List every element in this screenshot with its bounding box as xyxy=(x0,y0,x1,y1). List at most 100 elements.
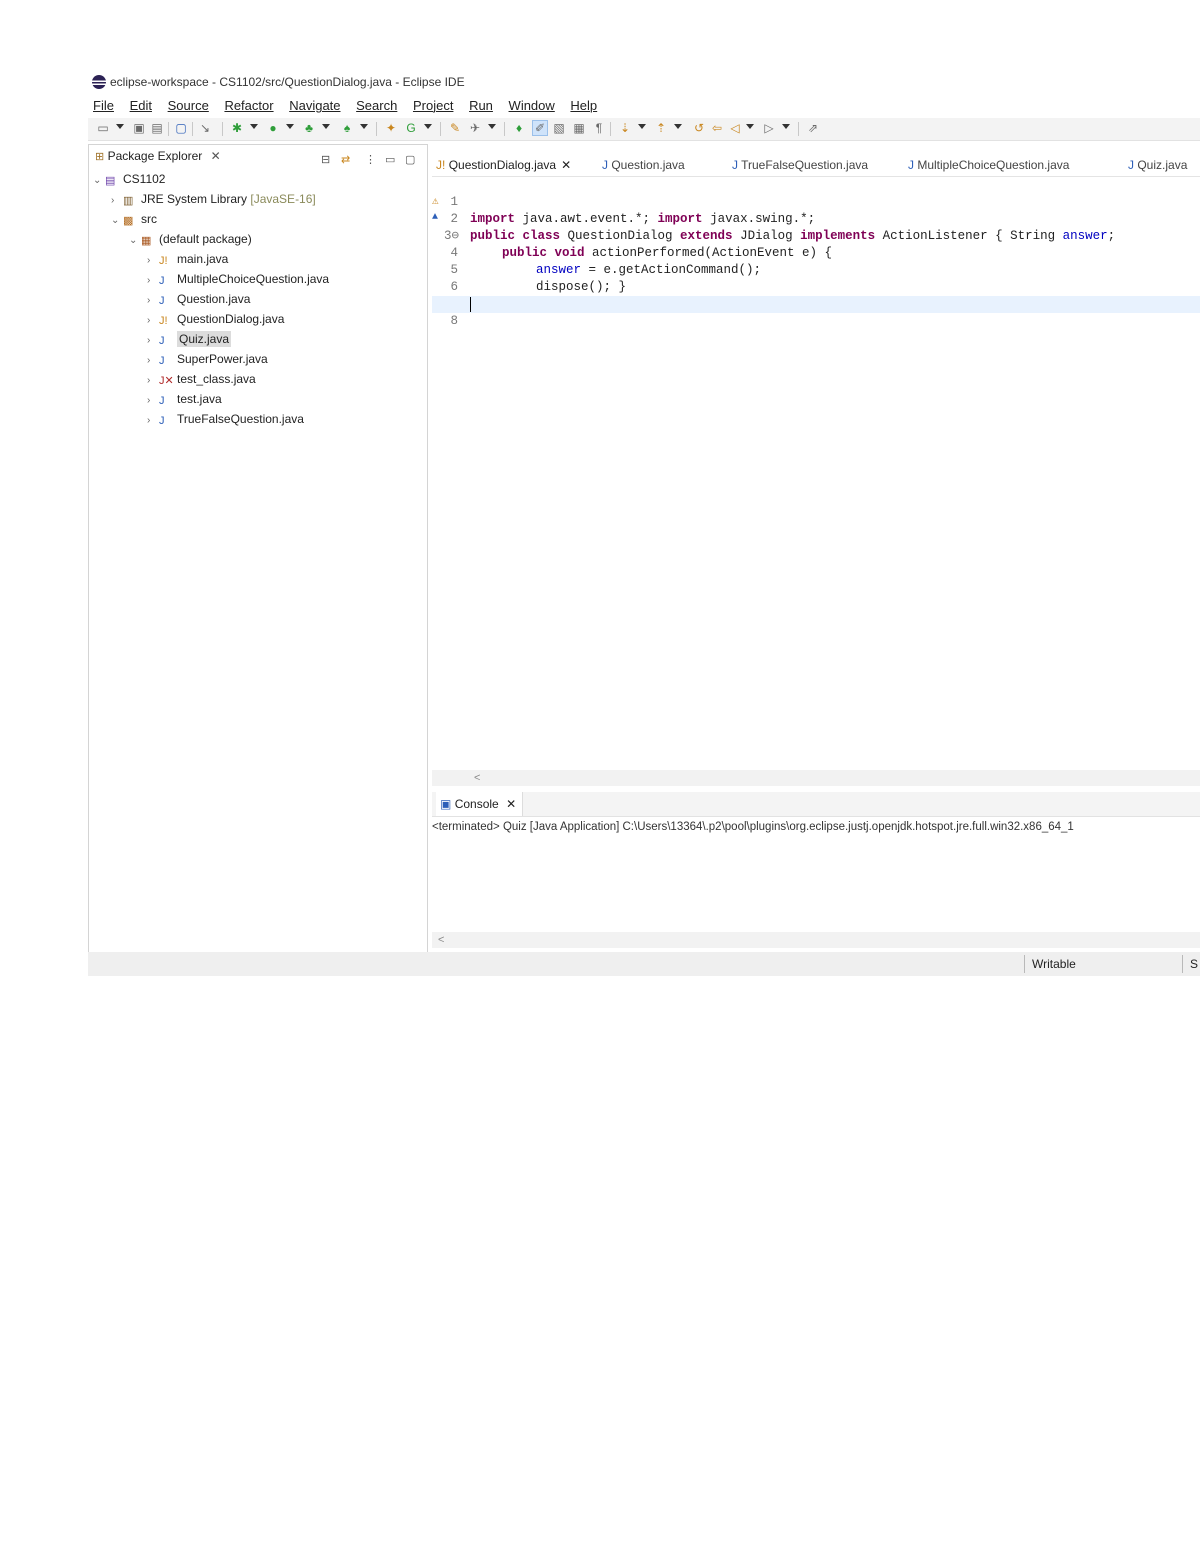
code-line: 3⊖ public void actionPerformed(ActionEve… xyxy=(432,211,1200,260)
tree-item-file-selected[interactable]: › J Quiz.java xyxy=(147,329,232,351)
collapsed-arrow-icon[interactable]: › xyxy=(147,351,159,371)
view-menu-icon[interactable]: ⋮ xyxy=(365,149,376,171)
terminal-icon[interactable]: ▢ xyxy=(174,121,188,135)
run-dropdown-icon[interactable] xyxy=(286,124,294,129)
editor-tab[interactable]: J MultipleChoiceQuestion.java xyxy=(908,154,1069,176)
menu-navigate[interactable]: Navigate xyxy=(289,96,340,116)
tree-item-file[interactable]: › J MultipleChoiceQuestion.java xyxy=(147,269,329,289)
collapse-all-icon[interactable]: ⊟ xyxy=(321,149,330,171)
tree-item-label: main.java xyxy=(177,252,229,266)
maximize-icon[interactable]: ▢ xyxy=(405,149,415,171)
back-dropdown-icon[interactable] xyxy=(746,124,754,129)
new-class-dropdown-icon[interactable] xyxy=(424,124,432,129)
menu-project[interactable]: Project xyxy=(413,96,453,116)
insert-mode-status: S xyxy=(1190,957,1199,971)
menu-edit[interactable]: Edit xyxy=(130,96,152,116)
pilcrow-icon[interactable]: ¶ xyxy=(592,121,606,135)
tree-item-file[interactable]: › Jtest.java xyxy=(147,389,222,409)
new-class-icon[interactable]: G xyxy=(404,121,418,135)
debug-dropdown-icon[interactable] xyxy=(250,124,258,129)
expanded-arrow-icon[interactable]: ⌄ xyxy=(111,211,123,231)
editor-tab[interactable]: J Question.java xyxy=(602,154,685,176)
collapsed-arrow-icon[interactable]: › xyxy=(147,251,159,271)
previous-annotation-icon[interactable]: ⇡ xyxy=(654,121,668,135)
skip-breakpoints-icon[interactable]: ↘ xyxy=(198,121,212,135)
debug-icon[interactable]: ✱ xyxy=(230,121,244,135)
code-area[interactable]: ⚠ ▲ 1 import java.awt.event.*; import ja… xyxy=(432,176,1200,756)
pin-editor-icon[interactable]: ⇗ xyxy=(806,121,820,135)
next-annotation-icon[interactable]: ⇣ xyxy=(618,121,632,135)
collapsed-arrow-icon[interactable]: › xyxy=(111,191,123,211)
expanded-arrow-icon[interactable]: ⌄ xyxy=(129,231,141,251)
collapsed-arrow-icon[interactable]: › xyxy=(147,411,159,431)
menu-source[interactable]: Source xyxy=(168,96,209,116)
tree-item-file[interactable]: › J SuperPower.java xyxy=(147,349,268,369)
tree-item-file[interactable]: › J! main.java xyxy=(147,249,228,269)
source-folder-icon: ▩ xyxy=(123,215,134,227)
save-icon[interactable]: ▣ xyxy=(132,121,146,135)
block-selection-icon[interactable]: ▧ xyxy=(552,121,566,135)
collapsed-arrow-icon[interactable]: › xyxy=(147,271,159,291)
toggle-mark-occurrences-icon[interactable]: ✐ xyxy=(532,120,548,136)
save-all-icon[interactable]: ▤ xyxy=(150,121,164,135)
menu-run[interactable]: Run xyxy=(469,96,493,116)
external-tools-icon[interactable]: ♠ xyxy=(340,121,354,135)
run-icon[interactable]: ● xyxy=(266,121,280,135)
menu-search[interactable]: Search xyxy=(356,96,397,116)
previous-annotation-dropdown-icon[interactable] xyxy=(674,124,682,129)
menu-bar: File Edit Source Refactor Navigate Searc… xyxy=(88,96,604,116)
tree-item-file[interactable]: › J TrueFalseQuestion.java xyxy=(147,409,304,429)
last-edit-icon[interactable]: ↺ xyxy=(692,121,706,135)
tree-item-file[interactable]: › J Question.java xyxy=(147,289,250,309)
collapsed-arrow-icon[interactable]: › xyxy=(147,391,159,411)
tree-item-jre[interactable]: › ▥ JRE System Library [JavaSE-16] xyxy=(111,189,316,209)
editor-tab[interactable]: J TrueFalseQuestion.java xyxy=(732,154,868,176)
menu-file[interactable]: File xyxy=(93,96,114,116)
tree-item-src[interactable]: ⌄ ▩ src xyxy=(111,209,157,229)
menu-window[interactable]: Window xyxy=(509,96,555,116)
collapsed-arrow-icon[interactable]: › xyxy=(147,311,159,331)
external-tools-dropdown-icon[interactable] xyxy=(360,124,368,129)
tree-item-default-package[interactable]: ⌄ ▦ (default package) xyxy=(129,229,252,249)
back-alt-icon[interactable]: ◁ xyxy=(728,121,742,135)
close-icon[interactable]: ✕ xyxy=(211,149,221,163)
show-whitespace-icon[interactable]: ▦ xyxy=(572,121,586,135)
coverage-icon[interactable]: ♣ xyxy=(302,121,316,135)
expanded-arrow-icon[interactable]: ⌄ xyxy=(93,171,105,191)
tree-item-file[interactable]: › J✕ test_class.java xyxy=(147,369,256,389)
editor-tab-active[interactable]: J! QuestionDialog.java ✕ xyxy=(436,154,571,176)
forward-icon[interactable]: ▷ xyxy=(762,121,776,135)
tree-item-project[interactable]: ⌄ ▤ CS1102 xyxy=(93,169,165,189)
title-bar: eclipse-workspace - CS1102/src/QuestionD… xyxy=(88,72,1200,92)
link-with-editor-icon[interactable]: ⇄ xyxy=(341,149,350,171)
search-icon[interactable]: ✈ xyxy=(468,121,482,135)
coverage-dropdown-icon[interactable] xyxy=(322,124,330,129)
close-icon[interactable]: ✕ xyxy=(561,158,571,172)
status-bar: Writable S xyxy=(88,952,1200,976)
search-dropdown-icon[interactable] xyxy=(488,124,496,129)
new-java-project-icon[interactable]: ✦ xyxy=(384,121,398,135)
console-horizontal-scrollbar[interactable]: < xyxy=(432,932,1200,948)
scroll-left-icon[interactable]: < xyxy=(438,934,444,946)
new-icon[interactable]: ▭ xyxy=(96,121,110,135)
open-type-icon[interactable]: ✎ xyxy=(448,121,462,135)
scroll-left-icon[interactable]: < xyxy=(474,772,480,784)
annotation-icon[interactable]: ♦ xyxy=(512,121,526,135)
collapsed-arrow-icon[interactable]: › xyxy=(147,331,159,351)
editor-tab[interactable]: J Quiz.java xyxy=(1128,154,1187,176)
package-explorer-tab[interactable]: ⊞ Package Explorer ✕ xyxy=(95,145,221,168)
tree-item-file[interactable]: › J! QuestionDialog.java xyxy=(147,309,284,329)
menu-help[interactable]: Help xyxy=(570,96,597,116)
collapsed-arrow-icon[interactable]: › xyxy=(147,291,159,311)
menu-refactor[interactable]: Refactor xyxy=(224,96,273,116)
editor-horizontal-scrollbar[interactable]: < xyxy=(432,770,1200,786)
close-icon[interactable]: ✕ xyxy=(506,797,516,811)
java-file-icon: J xyxy=(159,355,165,367)
console-tab[interactable]: ▣ Console ✕ xyxy=(436,792,524,816)
minimize-icon[interactable]: ▭ xyxy=(385,149,395,171)
collapsed-arrow-icon[interactable]: › xyxy=(147,371,159,391)
new-dropdown-icon[interactable] xyxy=(116,124,124,129)
forward-dropdown-icon[interactable] xyxy=(782,124,790,129)
next-annotation-dropdown-icon[interactable] xyxy=(638,124,646,129)
back-icon[interactable]: ⇦ xyxy=(710,121,724,135)
